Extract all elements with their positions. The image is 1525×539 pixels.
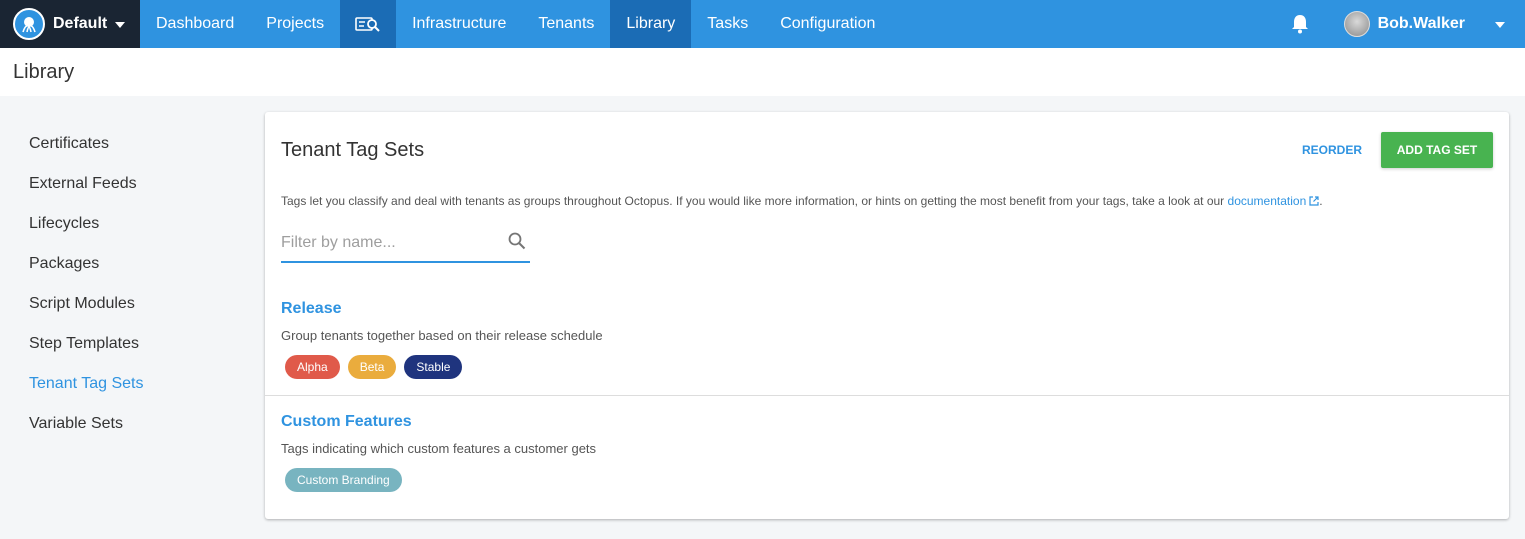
octopus-logo-icon (13, 8, 45, 40)
username: Bob.Walker (1377, 15, 1465, 32)
tag-sets-card: Tenant Tag Sets REORDER ADD TAG SET Tags… (265, 112, 1509, 519)
external-link-icon (1309, 196, 1319, 206)
reorder-button[interactable]: REORDER (1302, 143, 1362, 157)
filter-field (281, 228, 530, 263)
space-switcher[interactable]: Default (0, 0, 140, 48)
sidebar-item-tenant-tag-sets[interactable]: Tenant Tag Sets (0, 364, 250, 404)
search-deploy-icon (355, 17, 380, 32)
top-nav: Default Dashboard Projects Infrastructur… (0, 0, 1525, 48)
tag-list: Custom Branding (285, 468, 402, 492)
tag-chip-alpha: Alpha (285, 355, 340, 379)
help-text-end: . (1319, 194, 1323, 208)
library-sidebar: Certificates External Feeds Lifecycles P… (0, 124, 250, 444)
sidebar-item-step-templates[interactable]: Step Templates (0, 324, 250, 364)
bell-icon (1291, 15, 1308, 34)
tag-chip-custom-branding: Custom Branding (285, 468, 402, 492)
add-tag-set-button[interactable]: ADD TAG SET (1381, 132, 1493, 168)
sidebar-item-certificates[interactable]: Certificates (0, 124, 250, 164)
notifications-button[interactable] (1280, 0, 1320, 48)
help-text-body: Tags let you classify and deal with tena… (281, 194, 1228, 208)
page-header: Library (0, 48, 1525, 96)
nav-tasks[interactable]: Tasks (691, 0, 764, 48)
tag-chip-beta: Beta (347, 355, 397, 379)
avatar (1343, 11, 1370, 37)
nav-tenants[interactable]: Tenants (522, 0, 610, 48)
sidebar-item-lifecycles[interactable]: Lifecycles (0, 204, 250, 244)
sidebar-item-packages[interactable]: Packages (0, 244, 250, 284)
tag-set-name[interactable]: Custom Features (281, 413, 412, 431)
tag-chip-stable: Stable (404, 355, 463, 379)
documentation-link[interactable]: documentation (1228, 194, 1320, 208)
help-text: Tags let you classify and deal with tena… (281, 194, 1323, 208)
tag-list: Alpha Beta Stable (285, 355, 463, 379)
nav-projects[interactable]: Projects (250, 0, 340, 48)
page-title: Library (13, 60, 75, 83)
search-icon (508, 232, 526, 250)
tag-set-description: Tags indicating which custom features a … (281, 441, 597, 456)
sidebar-item-external-feeds[interactable]: External Feeds (0, 164, 250, 204)
sidebar-item-variable-sets[interactable]: Variable Sets (0, 404, 250, 444)
documentation-link-label: documentation (1227, 194, 1307, 208)
nav-library[interactable]: Library (610, 0, 692, 48)
nav-configuration[interactable]: Configuration (764, 0, 891, 48)
filter-input[interactable] (281, 228, 501, 258)
chevron-down-icon (1495, 22, 1505, 28)
tag-set-description: Group tenants together based on their re… (281, 328, 603, 343)
user-menu[interactable]: Bob.Walker (1343, 11, 1525, 37)
nav-dashboard[interactable]: Dashboard (140, 0, 250, 48)
sidebar-item-script-modules[interactable]: Script Modules (0, 284, 250, 324)
tag-set-name[interactable]: Release (281, 300, 342, 318)
caret-down-icon (115, 22, 126, 28)
search-deploy-button[interactable] (340, 0, 397, 48)
space-name: Default (53, 15, 108, 32)
nav-infrastructure[interactable]: Infrastructure (396, 0, 522, 48)
nav-right: Bob.Walker (1280, 0, 1525, 48)
card-title: Tenant Tag Sets (281, 139, 425, 161)
tag-set-release: Release Group tenants together based on … (265, 300, 1509, 396)
